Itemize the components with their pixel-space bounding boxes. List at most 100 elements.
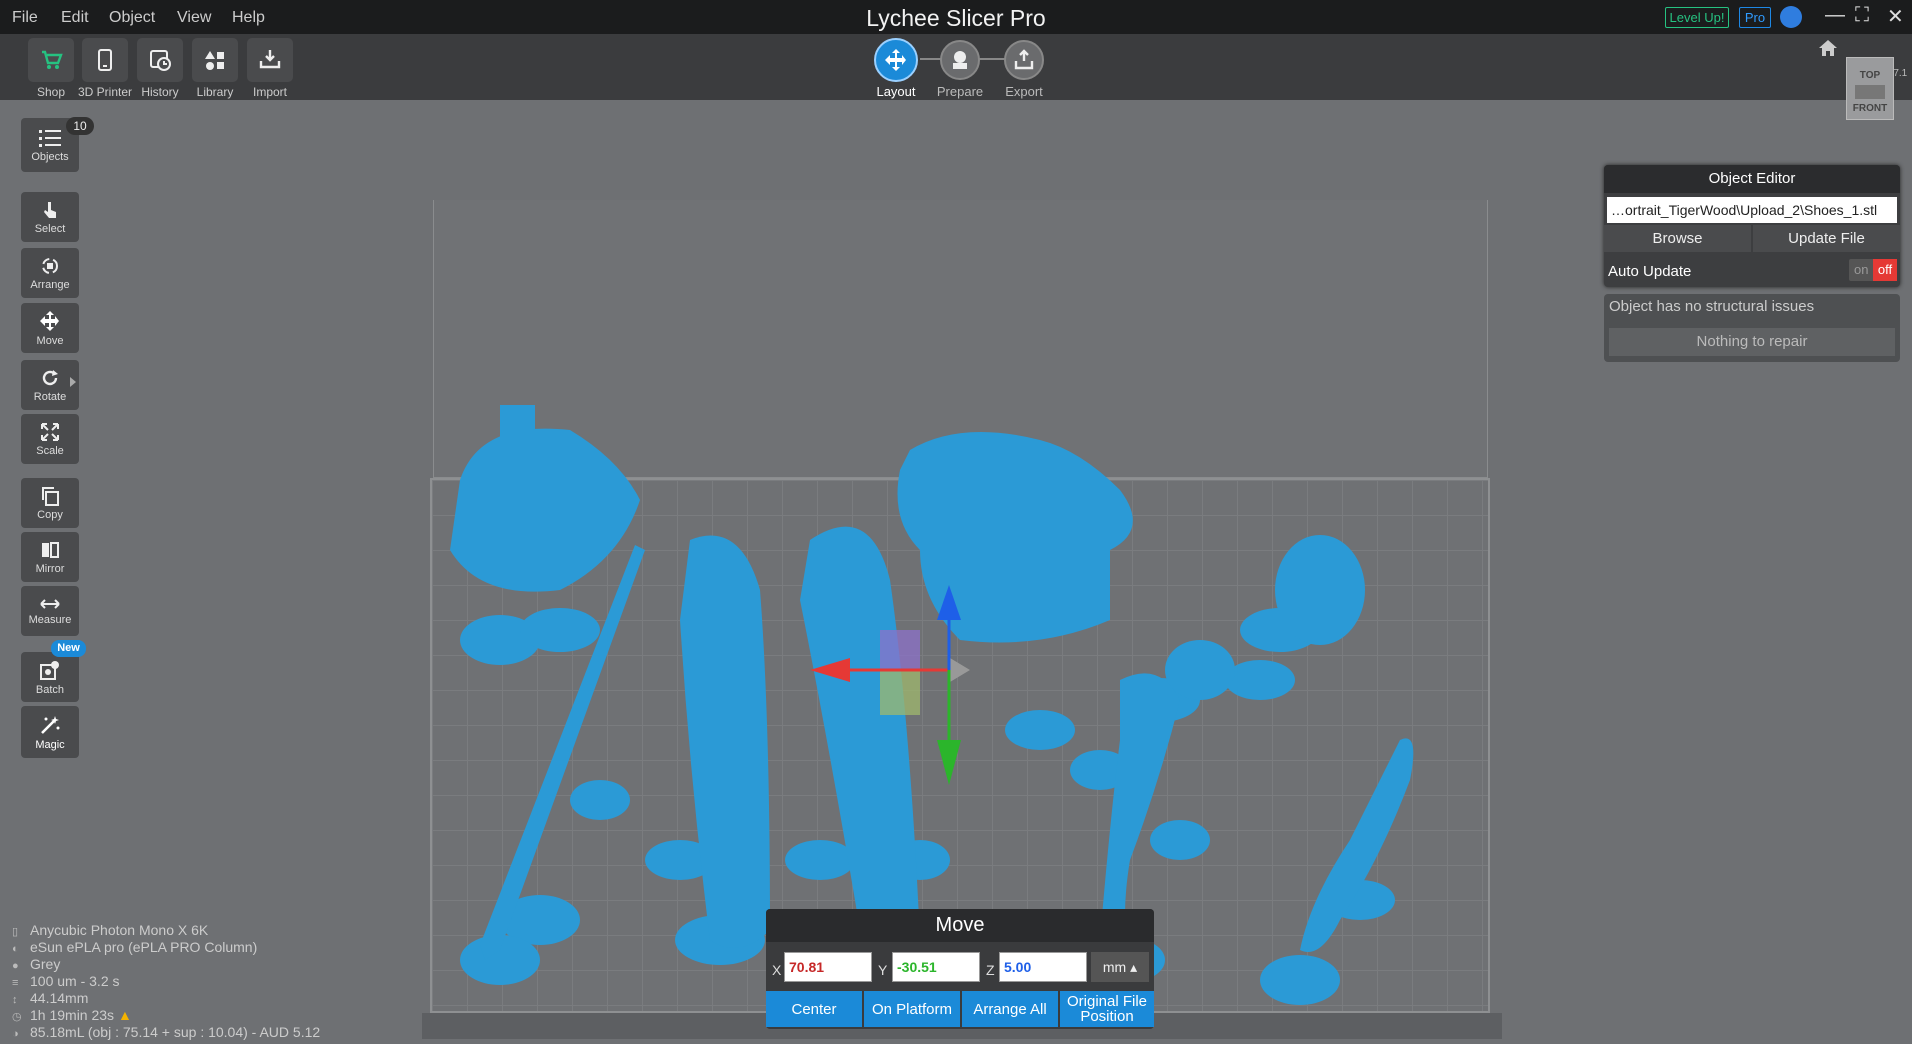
magic-label: Magic: [35, 738, 65, 751]
rotate-expand-icon[interactable]: [70, 377, 76, 387]
move-icon: [885, 49, 906, 71]
gizmo-plane-xz[interactable]: [880, 630, 920, 670]
object-count-badge: 10: [66, 117, 94, 135]
move-tool[interactable]: Move: [21, 303, 79, 353]
toggle-off-label: off: [1873, 259, 1897, 281]
batch-label: Batch: [35, 683, 65, 696]
gizmo-x-arrow[interactable]: [810, 658, 850, 682]
view-cube-top[interactable]: TOP: [1847, 70, 1893, 81]
level-up-button[interactable]: Level Up!: [1665, 7, 1729, 28]
repair-button[interactable]: Nothing to repair: [1609, 328, 1895, 356]
gizmo-z-arrow[interactable]: [937, 585, 961, 620]
warning-icon[interactable]: ▲: [118, 1007, 132, 1023]
gizmo-plane-xy[interactable]: [880, 670, 920, 715]
info-resin-row: ◐ eSun ePLA pro (ePLA PRO Column): [12, 940, 320, 957]
y-input[interactable]: [892, 952, 980, 982]
repair-panel: Object has no structural issues Nothing …: [1604, 294, 1900, 362]
shop-button[interactable]: [28, 38, 74, 82]
info-height: 44.14mm: [30, 990, 89, 1006]
auto-update-label: Auto Update: [1608, 263, 1692, 280]
move-gizmo[interactable]: [800, 580, 980, 800]
close-icon[interactable]: ✕: [1887, 4, 1904, 29]
history-button[interactable]: [137, 38, 183, 82]
scale-tool[interactable]: Scale: [21, 414, 79, 464]
info-time-row: ◷ 1h 19min 23s ▲: [12, 1008, 320, 1025]
account-icon[interactable]: [1780, 6, 1802, 28]
arrange-all-button[interactable]: Arrange All: [962, 991, 1058, 1027]
info-time: 1h 19min 23s: [30, 1007, 115, 1023]
model-shoe[interactable]: [1165, 640, 1235, 700]
step-prepare-label: Prepare: [936, 84, 984, 99]
model-leg-left[interactable]: [680, 535, 770, 948]
rotate-label: Rotate: [33, 390, 67, 403]
unit-select[interactable]: mm ▴: [1091, 952, 1149, 982]
info-layer-row: ≡ 100 um - 3.2 s: [12, 974, 320, 991]
list-icon: [39, 129, 61, 147]
move-label: Move: [36, 334, 64, 347]
info-color-row: ● Grey: [12, 957, 320, 974]
center-button[interactable]: Center: [766, 991, 862, 1027]
model-golf-club[interactable]: [480, 545, 645, 960]
printer-button[interactable]: [82, 38, 128, 82]
original-position-button[interactable]: Original File Position: [1060, 991, 1154, 1027]
import-icon: [259, 50, 281, 69]
volume-icon: ◑: [12, 1028, 19, 1040]
magic-wand-icon: [41, 715, 60, 734]
shapes-icon: [205, 51, 224, 70]
x-input[interactable]: [784, 952, 872, 982]
copy-tool[interactable]: Copy: [21, 478, 79, 528]
measure-tool[interactable]: Measure: [21, 586, 79, 636]
scale-label: Scale: [36, 444, 64, 457]
minimize-icon[interactable]: —: [1825, 4, 1845, 27]
on-platform-button[interactable]: On Platform: [864, 991, 960, 1027]
info-color: Grey: [30, 956, 61, 972]
mirror-label: Mirror: [35, 562, 65, 575]
toggle-on-label: on: [1854, 262, 1869, 277]
info-volume: 85.18mL (obj : 75.14 + sup : 10.04) - AU…: [30, 1024, 321, 1040]
object-editor-title: Object Editor: [1604, 165, 1900, 193]
maximize-icon[interactable]: ⛶: [1855, 4, 1869, 27]
resin-icon: ◐: [12, 943, 19, 955]
copy-label: Copy: [37, 508, 63, 521]
browse-button[interactable]: Browse: [1604, 225, 1751, 252]
cart-icon: [42, 50, 63, 69]
app-title: Lychee Slicer Pro: [866, 5, 1046, 31]
view-cube-face: [1855, 85, 1885, 99]
info-layer: 100 um - 3.2 s: [30, 973, 120, 989]
model-arm-right[interactable]: [1300, 738, 1414, 952]
z-label: Z: [986, 962, 995, 978]
magic-tool[interactable]: Magic: [21, 706, 79, 758]
library-button[interactable]: [192, 38, 238, 82]
step-export[interactable]: [1004, 40, 1044, 80]
z-input[interactable]: [999, 952, 1087, 982]
model-head[interactable]: [1275, 535, 1365, 645]
arrange-tool[interactable]: Arrange: [21, 248, 79, 298]
home-icon[interactable]: [1818, 39, 1838, 57]
view-cube-front[interactable]: FRONT: [1847, 103, 1893, 114]
step-layout[interactable]: [874, 38, 918, 82]
gizmo-y-arrow[interactable]: [937, 740, 961, 785]
batch-tool[interactable]: Batch: [21, 652, 79, 702]
model-shorts[interactable]: [450, 428, 640, 592]
export-icon: [1014, 49, 1034, 70]
height-icon: ↕: [12, 994, 18, 1006]
gizmo-x-neg-arrow[interactable]: [950, 658, 970, 682]
import-label: Import: [252, 85, 287, 99]
info-height-row: ↕ 44.14mm: [12, 991, 320, 1008]
model-shorts-waist: [500, 405, 535, 445]
mirror-tool[interactable]: Mirror: [21, 532, 79, 582]
select-tool[interactable]: Select: [21, 192, 79, 242]
update-file-button[interactable]: Update File: [1753, 225, 1900, 252]
clock-icon: ◷: [12, 1011, 22, 1023]
object-editor-panel: Object Editor Browse Update File Auto Up…: [1604, 165, 1900, 287]
move-panel-title: Move: [766, 909, 1154, 942]
bust-icon: [953, 51, 967, 69]
pro-badge[interactable]: Pro: [1739, 7, 1771, 28]
auto-update-toggle[interactable]: on off: [1849, 259, 1897, 281]
import-button[interactable]: [247, 38, 293, 82]
file-path-input[interactable]: [1607, 197, 1897, 223]
step-prepare[interactable]: [940, 40, 980, 80]
objects-label: Objects: [31, 150, 69, 163]
scale-icon: [41, 422, 59, 441]
view-cube[interactable]: TOP FRONT: [1846, 57, 1894, 120]
